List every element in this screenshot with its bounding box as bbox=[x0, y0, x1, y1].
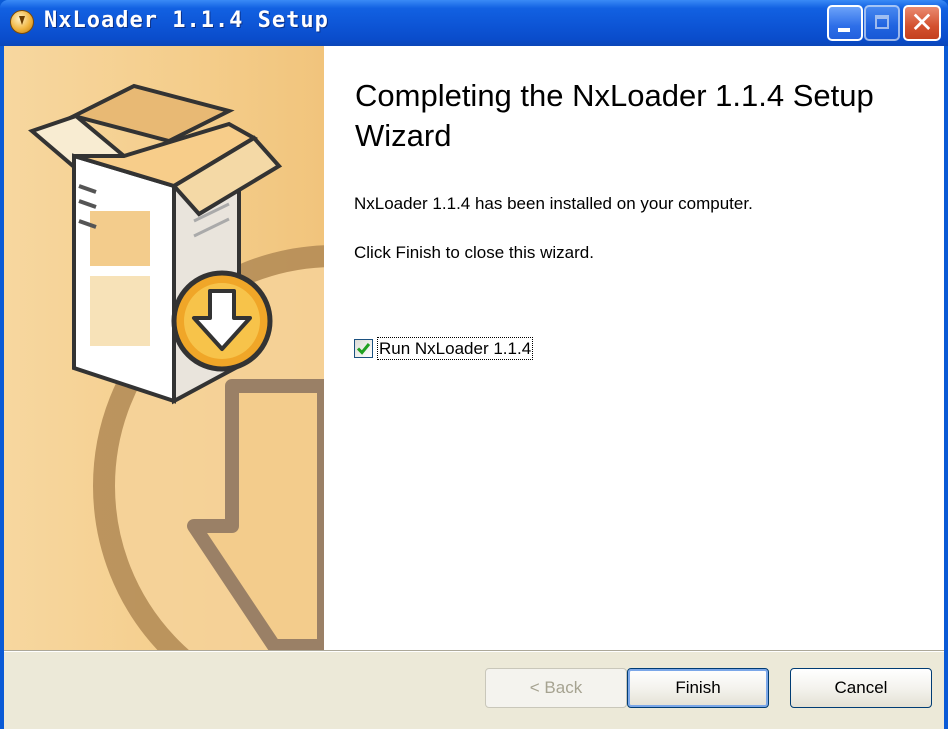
back-button: < Back bbox=[485, 668, 627, 708]
close-button[interactable]: ✕ bbox=[903, 5, 941, 41]
run-checkbox[interactable] bbox=[354, 338, 373, 358]
wizard-content: Completing the NxLoader 1.1.4 Setup Wiza… bbox=[324, 46, 944, 650]
wizard-client-area: Completing the NxLoader 1.1.4 Setup Wiza… bbox=[4, 46, 944, 729]
run-checkbox-label[interactable]: Run NxLoader 1.1.4 bbox=[376, 336, 534, 360]
finish-hint: Click Finish to close this wizard. bbox=[354, 243, 594, 262]
maximize-button bbox=[864, 5, 900, 41]
page-title: Completing the NxLoader 1.1.4 Setup Wiza… bbox=[355, 78, 874, 153]
cancel-button[interactable]: Cancel bbox=[790, 668, 932, 708]
installer-icon bbox=[10, 10, 34, 34]
close-icon: ✕ bbox=[910, 6, 934, 39]
title-bar[interactable]: NxLoader 1.1.4 Setup ✕ bbox=[0, 0, 948, 46]
installed-message: NxLoader 1.1.4 has been installed on you… bbox=[354, 194, 753, 213]
minimize-button[interactable] bbox=[827, 5, 863, 41]
window-title: NxLoader 1.1.4 Setup bbox=[44, 8, 329, 33]
wizard-banner bbox=[4, 46, 324, 650]
button-separator bbox=[4, 650, 944, 652]
run-checkbox-row[interactable]: Run NxLoader 1.1.4 bbox=[354, 336, 534, 360]
finish-button[interactable]: Finish bbox=[627, 668, 769, 708]
setup-window: NxLoader 1.1.4 Setup ✕ Completing the Nx… bbox=[0, 0, 948, 729]
box-download-icon bbox=[28, 83, 324, 650]
checkmark-icon bbox=[356, 342, 371, 355]
